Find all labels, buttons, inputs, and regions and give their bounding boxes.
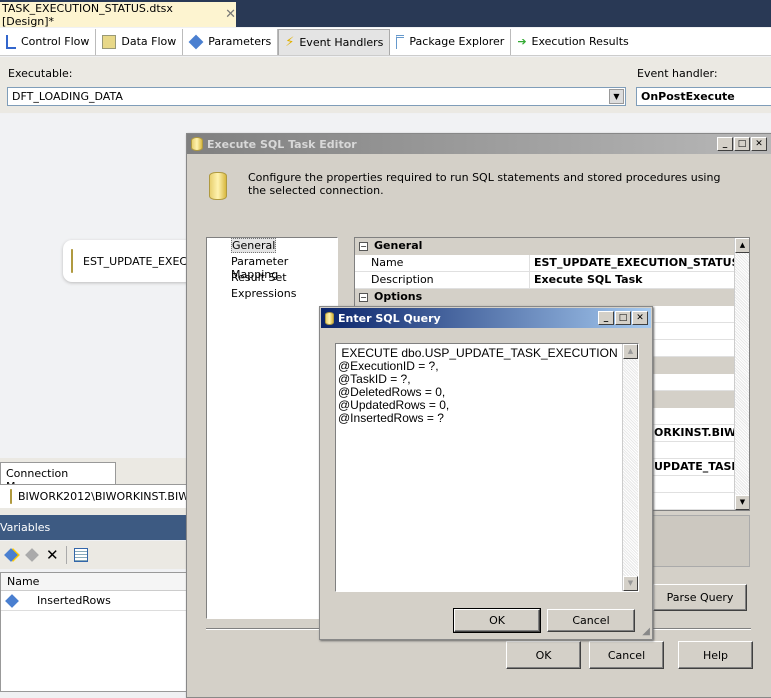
- variables-grid: Name InsertedRows: [0, 572, 200, 692]
- tab-label: Event Handlers: [299, 35, 384, 49]
- chevron-down-icon[interactable]: ▼: [609, 89, 624, 104]
- enter-sql-query-dialog: Enter SQL Query _ □ ✕ EXECUTE dbo.USP_UPDA…: [319, 306, 653, 640]
- control-flow-icon: [6, 34, 16, 49]
- category-options[interactable]: − Options: [355, 289, 735, 306]
- tab-execution-results[interactable]: ➔ Execution Results: [511, 29, 634, 55]
- executable-combo[interactable]: DFT_LOADING_DATA ▼: [7, 87, 626, 106]
- resize-grip-icon[interactable]: ◢: [642, 626, 650, 637]
- tab-label: Package Explorer: [409, 35, 505, 48]
- tab-label: Control Flow: [21, 35, 90, 48]
- event-handler-value: OnPostExecute: [641, 90, 735, 103]
- document-tab[interactable]: TASK_EXECUTION_STATUS.dtsx [Design]* ✕: [0, 1, 236, 28]
- prop-value[interactable]: EST_UPDATE_EXECUTION_STATUS: [530, 255, 735, 271]
- prop-key: Description: [355, 272, 530, 288]
- nav-general[interactable]: General: [207, 238, 337, 254]
- column-name[interactable]: Name: [1, 573, 199, 591]
- variable-name: InsertedRows: [37, 594, 111, 607]
- scroll-down-icon[interactable]: ▼: [623, 576, 638, 591]
- category-general[interactable]: − General: [355, 238, 735, 255]
- minimize-icon[interactable]: _: [717, 137, 733, 151]
- query-scrollbar[interactable]: ▲ ▼: [622, 344, 638, 591]
- database-icon: [10, 489, 12, 504]
- sql-task-icon: [191, 137, 203, 151]
- sql-icon: [325, 311, 334, 325]
- tab-connection-managers[interactable]: Connection Managers: [0, 462, 116, 493]
- prop-row-description[interactable]: Description Execute SQL Task: [355, 272, 735, 289]
- nav-parameter-mapping[interactable]: Parameter Mapping: [207, 254, 337, 281]
- tab-label: Data Flow: [121, 35, 177, 48]
- data-flow-icon: [102, 34, 117, 49]
- close-icon[interactable]: ✕: [225, 7, 236, 22]
- tab-parameters[interactable]: Parameters: [183, 28, 279, 55]
- executable-value: DFT_LOADING_DATA: [12, 90, 123, 103]
- scroll-up-icon[interactable]: ▲: [735, 238, 749, 253]
- maximize-icon[interactable]: □: [615, 311, 631, 325]
- lightning-icon: ⚡: [285, 34, 295, 50]
- tab-package-explorer[interactable]: Package Explorer: [390, 28, 512, 55]
- delete-icon[interactable]: ✕: [46, 546, 59, 564]
- close-icon[interactable]: ✕: [632, 311, 648, 325]
- ok-button[interactable]: OK: [453, 608, 541, 633]
- sql-task-large-icon: [209, 172, 227, 200]
- ok-button[interactable]: OK: [506, 641, 581, 669]
- cancel-button[interactable]: Cancel: [589, 641, 664, 669]
- title-bar[interactable]: Execute SQL Task Editor _ □ ✕: [187, 134, 771, 154]
- prop-row-name[interactable]: Name EST_UPDATE_EXECUTION_STATUS: [355, 255, 735, 272]
- parse-query-button[interactable]: Parse Query: [653, 584, 747, 611]
- executable-label: Executable:: [8, 67, 73, 80]
- arrow-icon: ➔: [517, 35, 527, 48]
- nav-label: General: [231, 238, 277, 253]
- collapse-icon[interactable]: −: [359, 242, 368, 251]
- scroll-down-icon[interactable]: ▼: [735, 495, 749, 510]
- dialog-title: Enter SQL Query: [338, 311, 441, 325]
- title-bar[interactable]: Enter SQL Query _ □ ✕: [321, 308, 651, 328]
- prop-value[interactable]: Execute SQL Task: [530, 272, 735, 288]
- move-variable-icon[interactable]: [25, 548, 39, 562]
- sql-query-input[interactable]: EXECUTE dbo.USP_UPDATE_TASK_EXECUTION @E…: [335, 343, 639, 592]
- event-handler-combo[interactable]: OnPostExecute: [636, 87, 771, 106]
- nav-expressions[interactable]: Expressions: [207, 286, 337, 302]
- connection-item[interactable]: BIWORK2012\BIWORKINST.BIWORK2012: [0, 484, 241, 508]
- maximize-icon[interactable]: □: [734, 137, 750, 151]
- sql-task-box[interactable]: EST_UPDATE_EXECUTION_STATUS: [63, 240, 269, 282]
- executable-panel: Executable: DFT_LOADING_DATA ▼ Event hand…: [0, 57, 771, 113]
- database-icon: [71, 249, 73, 273]
- dialog-title: Execute SQL Task Editor: [207, 137, 357, 151]
- property-scrollbar[interactable]: ▲ ▼: [734, 238, 749, 510]
- category-label: Options: [374, 290, 423, 303]
- category-label: General: [374, 239, 423, 252]
- nav-result-set[interactable]: Result Set: [207, 270, 337, 286]
- table-row[interactable]: InsertedRows: [1, 591, 199, 611]
- prop-key: Name: [355, 255, 530, 271]
- tab-label: Parameters: [208, 35, 272, 48]
- collapse-icon[interactable]: −: [359, 293, 368, 302]
- help-button[interactable]: Help: [678, 641, 753, 669]
- minimize-icon[interactable]: _: [598, 311, 614, 325]
- sql-query-text[interactable]: EXECUTE dbo.USP_UPDATE_TASK_EXECUTION @E…: [336, 344, 638, 428]
- variables-title: Variables: [0, 521, 51, 534]
- designer-tabs: Control Flow Data Flow Parameters ⚡ Event…: [0, 28, 771, 56]
- cancel-button[interactable]: Cancel: [547, 609, 635, 632]
- dialog-description: Configure the properties required to run…: [248, 171, 721, 197]
- tab-event-handlers[interactable]: ⚡ Event Handlers: [278, 28, 391, 55]
- tab-label: Execution Results: [531, 35, 629, 48]
- variable-icon: [5, 593, 19, 608]
- parameters-icon: [188, 34, 204, 49]
- tab-control-flow[interactable]: Control Flow: [0, 28, 97, 55]
- add-variable-icon[interactable]: [4, 548, 18, 562]
- divider: [65, 546, 67, 564]
- close-icon[interactable]: ✕: [751, 137, 767, 151]
- tree-icon: [396, 34, 405, 49]
- event-handler-label: Event handler:: [637, 67, 718, 80]
- grid-options-icon[interactable]: [73, 548, 88, 562]
- document-tab-title: TASK_EXECUTION_STATUS.dtsx [Design]*: [2, 1, 173, 28]
- scroll-up-icon[interactable]: ▲: [623, 344, 638, 359]
- tab-data-flow[interactable]: Data Flow: [96, 28, 184, 55]
- variables-toolbar: ✕: [0, 541, 200, 569]
